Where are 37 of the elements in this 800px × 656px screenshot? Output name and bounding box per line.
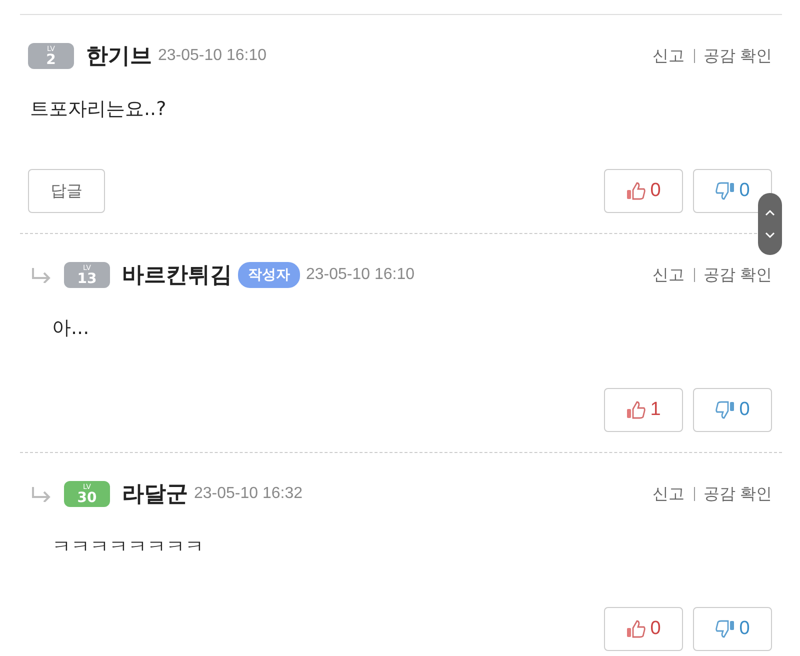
author-name: 라달군 [122,481,188,509]
reply-button[interactable]: 답글 [28,169,105,213]
comment-text: ㅋㅋㅋㅋㅋㅋㅋㅋ [51,535,205,560]
thumbs-up-icon [626,401,646,419]
writer-tag: 작성자 [238,262,300,288]
chevron-up-icon[interactable] [765,209,775,216]
level-number: 13 [77,272,97,286]
level-number: 30 [77,490,97,504]
thumbs-down-icon [715,401,736,419]
like-button[interactable]: 0 [604,607,683,651]
likes-link[interactable]: 공감 확인 [704,484,772,504]
author-name: 한기브 [86,43,152,71]
comment-time: 23-05-10 16:32 [194,485,303,503]
comment-time: 23-05-10 16:10 [158,47,267,65]
chevron-down-icon[interactable] [765,232,775,239]
comment-time: 23-05-10 16:10 [306,266,415,284]
dislike-button[interactable]: 0 [693,388,772,432]
like-button[interactable]: 1 [604,388,683,432]
author-name: 바르칸튀김 [122,262,232,290]
dislike-button[interactable]: 0 [693,607,772,651]
scroll-handle[interactable] [758,193,782,255]
reply-arrow-icon [30,267,52,283]
level-number: 2 [46,52,56,66]
comment-text: 아... [51,316,90,341]
report-link[interactable]: 신고 [652,484,685,504]
likes-link[interactable]: 공감 확인 [704,46,772,66]
thumbs-down-icon [715,182,736,200]
comment-text: 트포자리는요..? [29,97,168,122]
thumbs-up-icon [626,182,646,200]
reply-arrow-icon [30,486,52,502]
thumbs-down-icon [715,620,736,638]
report-link[interactable]: 신고 [652,46,685,66]
report-link[interactable]: 신고 [652,264,685,286]
dislike-button[interactable]: 0 [693,169,772,213]
like-button[interactable]: 0 [604,169,683,213]
thumbs-up-icon [626,620,646,638]
likes-link[interactable]: 공감 확인 [704,264,772,286]
